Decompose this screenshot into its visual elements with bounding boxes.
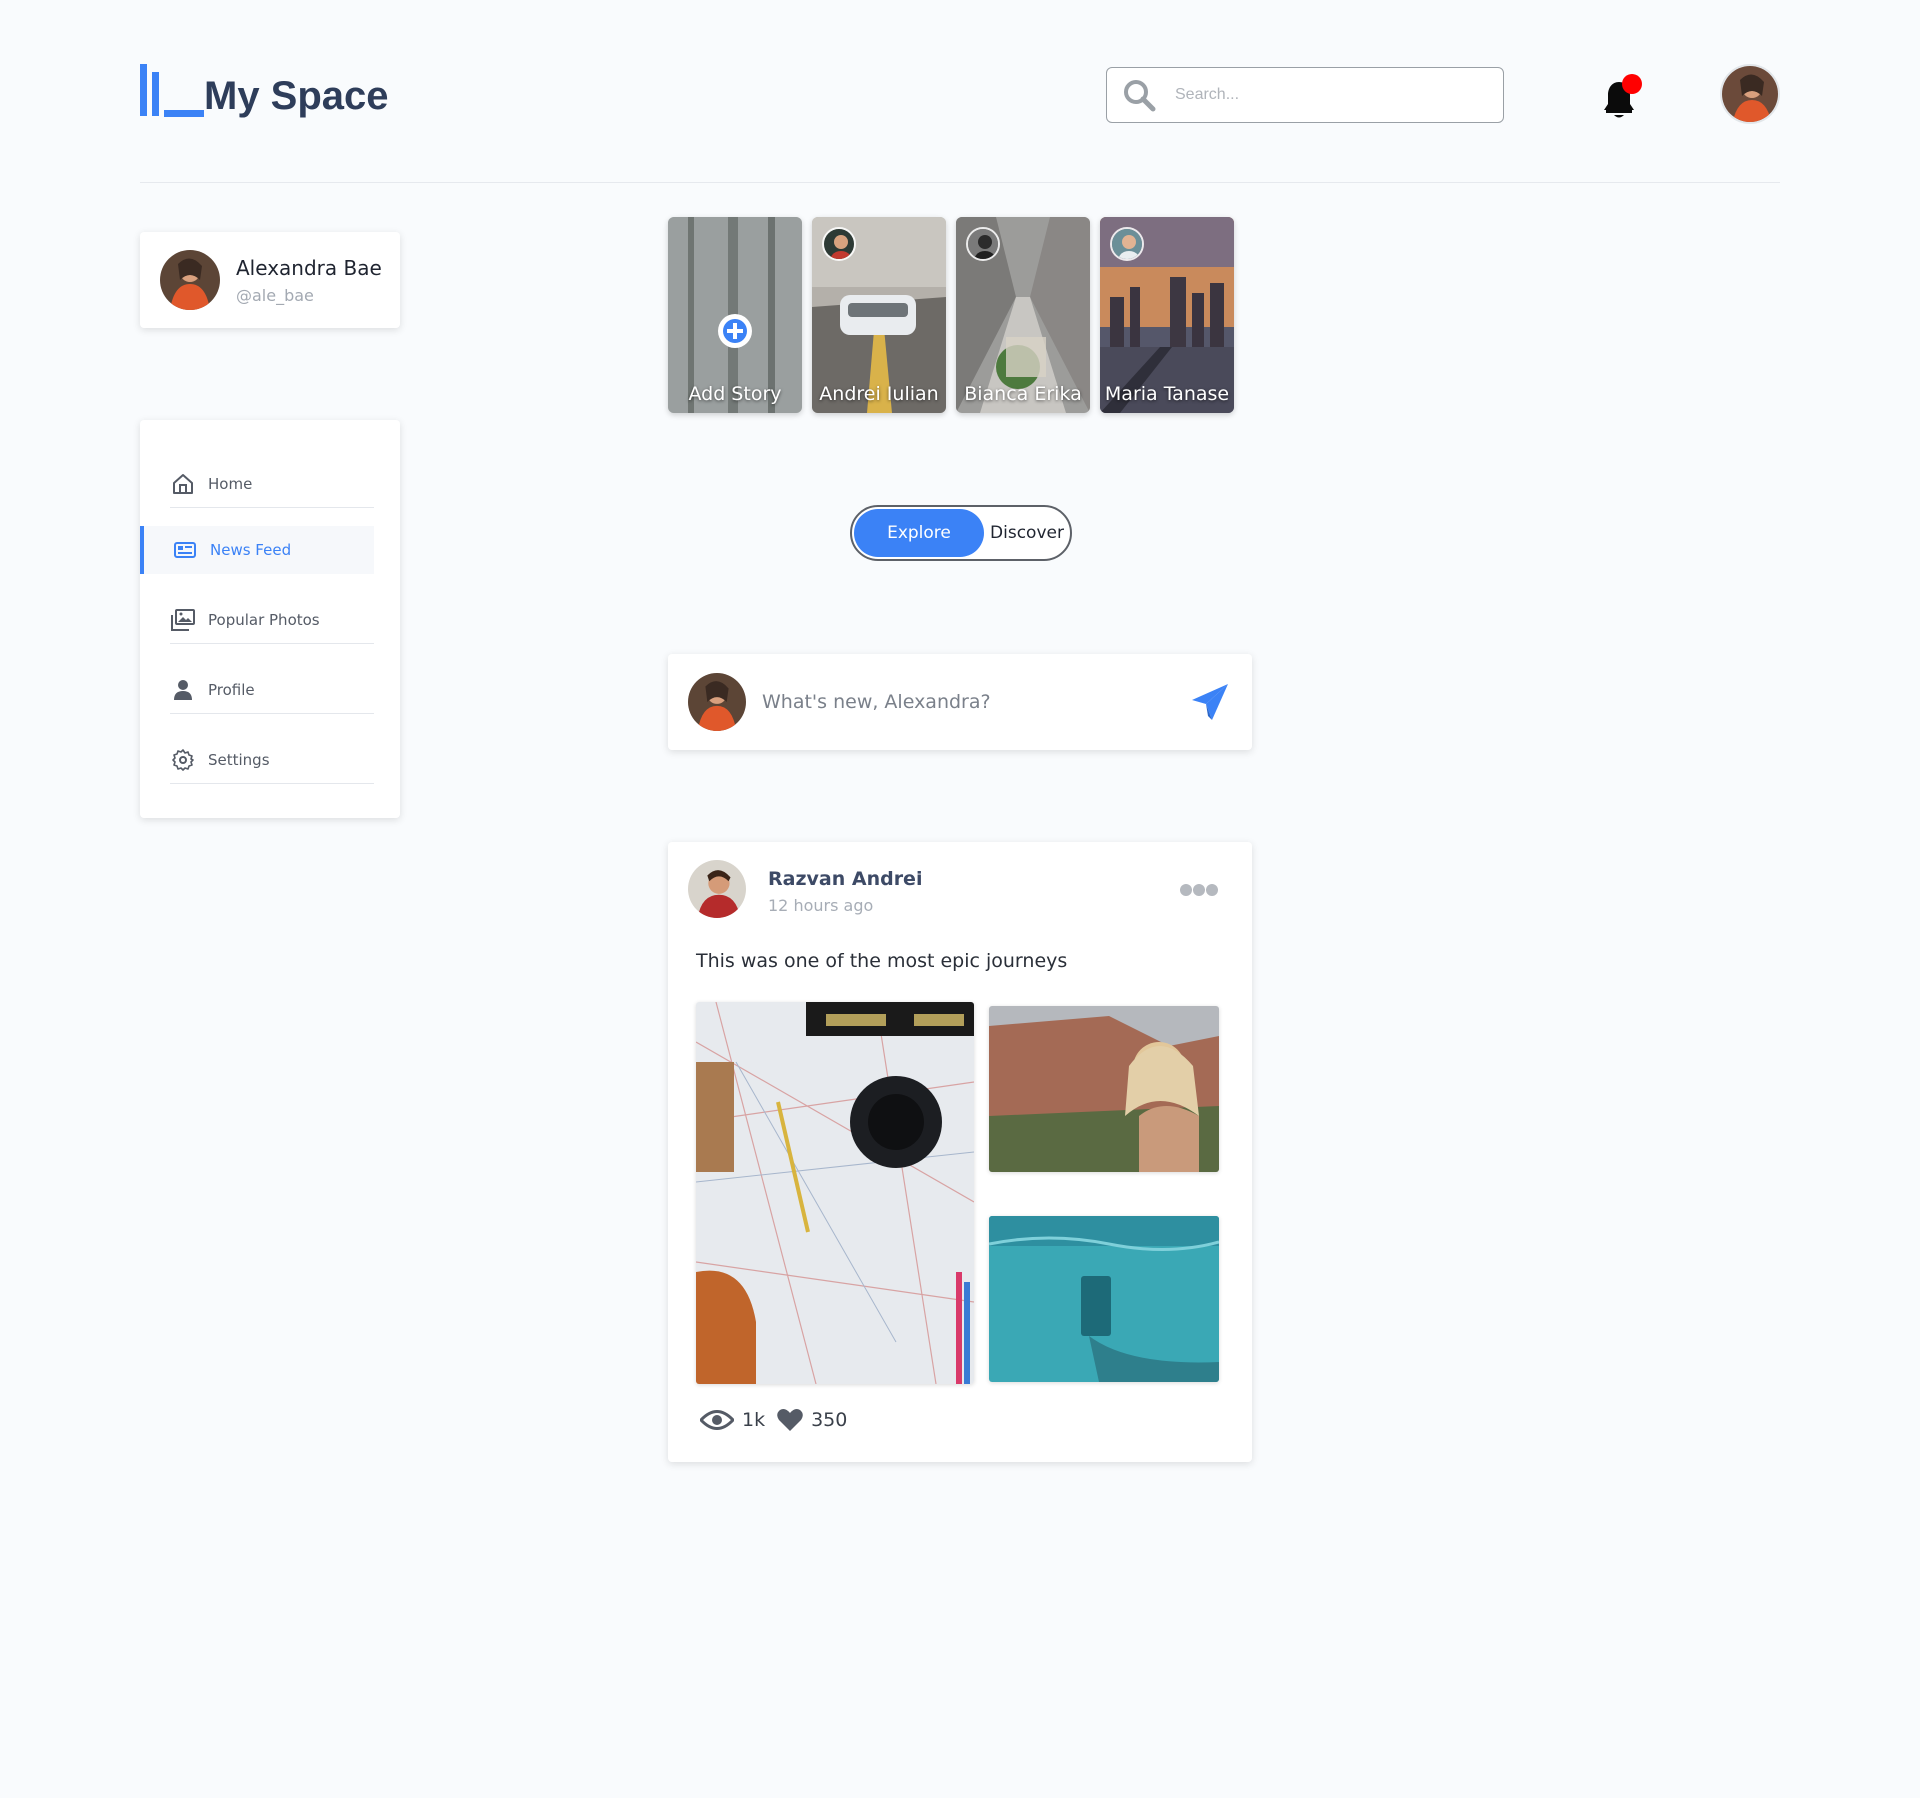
story-item[interactable]: Maria Tanase [1100,217,1234,413]
nav-label-popular-photos: Popular Photos [208,610,320,629]
profile-avatar [160,250,220,310]
search-input[interactable] [1175,86,1475,104]
nav-label-profile: Profile [208,680,255,699]
header-divider [140,182,1780,183]
nav-item-news-feed[interactable]: News Feed [140,526,374,574]
user-avatar[interactable] [1720,64,1780,124]
stories-row: Add Story Andrei Iulian Bianca Erika Mar… [668,217,1234,413]
post-image-underwater[interactable] [989,1216,1219,1382]
nav-label-settings: Settings [208,750,270,769]
search-icon [1121,77,1157,113]
composer-avatar [688,673,746,731]
nav-label-home: Home [208,474,253,493]
heart-icon[interactable] [777,1408,803,1432]
story-label: Add Story [688,383,782,405]
story-item[interactable]: Andrei Iulian [812,217,946,413]
post-time: 12 hours ago [768,896,874,915]
nav-item-home[interactable]: Home [170,460,374,508]
search-box[interactable] [1106,67,1504,123]
story-label: Bianca Erika [964,383,1082,405]
plus-circle-icon [718,314,752,348]
story-avatar [966,227,1000,261]
notifications-button[interactable] [1602,74,1642,118]
story-label: Maria Tanase [1104,383,1230,405]
story-avatar [1110,227,1144,261]
nav-item-settings[interactable]: Settings [170,736,374,784]
side-nav: Home News Feed Popular Photos Profile Se… [140,420,400,818]
profile-name: Alexandra Bae [236,255,382,280]
app-logo[interactable]: My Space [140,58,389,118]
post-stats: 1k 350 [700,1408,859,1432]
nav-item-popular-photos[interactable]: Popular Photos [170,596,374,644]
post-image-map[interactable] [696,1002,974,1384]
app-title: My Space [204,74,389,118]
more-options-icon[interactable] [1180,884,1218,896]
story-avatar [822,227,856,261]
story-add[interactable]: Add Story [668,217,802,413]
explore-tab[interactable]: Explore [854,509,984,557]
profile-card[interactable]: Alexandra Bae @ale_bae [140,232,400,328]
nav-label-news-feed: News Feed [210,541,292,559]
story-label: Andrei Iulian [819,383,939,405]
feed-mode-toggle: Explore Discover [850,505,1072,561]
nav-item-profile[interactable]: Profile [170,666,374,714]
composer-input[interactable] [762,691,1182,713]
send-icon[interactable] [1190,682,1230,722]
post-image-canyon[interactable] [989,1006,1219,1172]
news-feed-icon [172,537,198,563]
profile-handle: @ale_bae [236,285,314,305]
eye-icon [700,1409,734,1431]
user-icon [170,677,196,703]
post-composer [668,654,1252,750]
post-card: Razvan Andrei 12 hours ago This was one … [668,842,1252,1462]
likes-count: 350 [811,1409,848,1431]
logo-mark-icon [140,64,206,118]
post-author[interactable]: Razvan Andrei [768,868,922,890]
post-author-avatar[interactable] [688,860,746,918]
views-count: 1k [742,1409,766,1431]
story-item[interactable]: Bianca Erika [956,217,1090,413]
post-text: This was one of the most epic journeys [696,950,1068,972]
gear-icon [170,747,196,773]
discover-tab[interactable]: Discover [986,509,1068,557]
photos-icon [170,607,196,633]
notification-dot [1622,74,1642,94]
home-icon [170,471,196,497]
